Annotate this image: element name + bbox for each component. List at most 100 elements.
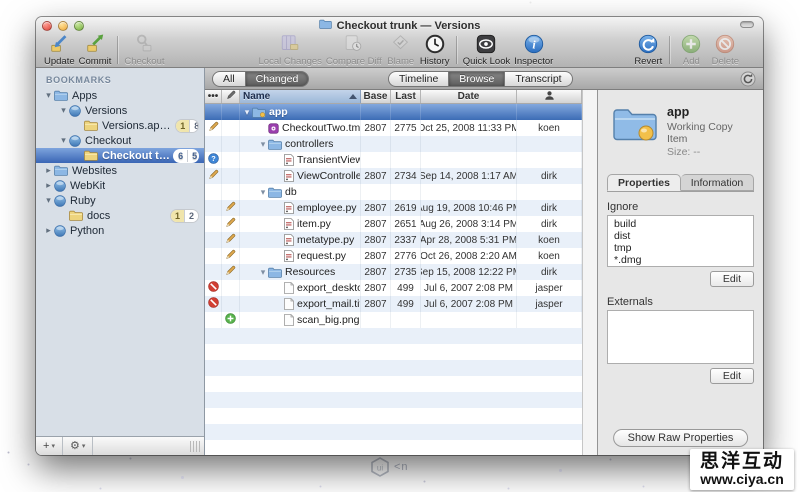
date-cell: Jul 6, 2007 2:08 PM	[421, 296, 517, 312]
date-cell	[421, 152, 517, 168]
name-cell: ▾controllers	[240, 136, 361, 152]
table-row-request-py[interactable]: request.py28072776Oct 26, 2008 2:20 AMko…	[205, 248, 582, 264]
toolbar-button-label: Add	[683, 56, 700, 67]
table-row-app[interactable]: ▾app	[205, 104, 582, 120]
tab-transcript[interactable]: Transcript	[505, 71, 572, 87]
toolbar-button-update[interactable]: Update	[42, 33, 77, 67]
name-column-header[interactable]: Name	[240, 90, 361, 103]
remote-status-column-header[interactable]	[222, 90, 240, 103]
folderblue-icon	[268, 139, 282, 150]
table-row-viewcontroller-py[interactable]: ViewController.py28072734Sep 14, 2008 1:…	[205, 168, 582, 184]
table-row-metatype-py[interactable]: metatype.py28072337Apr 28, 2008 5:31 PMk…	[205, 232, 582, 248]
local-status-cell	[205, 296, 222, 312]
disclosure-triangle-icon[interactable]: ▸	[43, 165, 54, 176]
sidebar-item-python[interactable]: ▸Python	[36, 223, 204, 238]
sidebar-item-checkout[interactable]: ▾Checkout	[36, 133, 204, 148]
badge-right-count: 2	[184, 210, 198, 222]
edit-ignore-button[interactable]: Edit	[710, 271, 754, 287]
sidebar-item-checkout-trunk[interactable]: Checkout trunk65	[36, 148, 204, 163]
toolbar-button-label: Delete	[712, 56, 739, 67]
tab-browse[interactable]: Browse	[449, 71, 505, 87]
refresh-button[interactable]	[740, 71, 756, 87]
disclosure-triangle-icon[interactable]: ▾	[43, 90, 54, 101]
file-name-label: export_deskto...	[297, 282, 361, 294]
sidebar-item-versions[interactable]: ▾Versions	[36, 103, 204, 118]
disclosure-triangle-icon[interactable]: ▾	[43, 195, 54, 206]
table-row-export-deskto[interactable]: export_deskto...2807499Jul 6, 2007 2:08 …	[205, 280, 582, 296]
base-revision-cell: 2807	[361, 280, 391, 296]
table-row-employee-py[interactable]: employee.py28072619Aug 19, 2008 10:46 PM…	[205, 200, 582, 216]
action-menu-button[interactable]: ⚙ ▾	[63, 437, 93, 455]
last-column-header[interactable]: Last	[391, 90, 421, 103]
date-column-header[interactable]: Date	[421, 90, 517, 103]
repo-icon	[69, 135, 81, 147]
sidebar-item-ruby[interactable]: ▾Ruby	[36, 193, 204, 208]
watermark: 思洋互动 www.ciya.cn	[690, 449, 794, 490]
table-row-item-py[interactable]: item.py28072651Aug 26, 2008 3:14 PMdirk	[205, 216, 582, 232]
sidebar-item-websites[interactable]: ▸Websites	[36, 163, 204, 178]
ignore-list[interactable]: builddisttmp*.dmg	[607, 215, 754, 267]
blame-icon	[389, 33, 412, 55]
local-status-cell	[205, 216, 222, 232]
local-status-column-header[interactable]: •••	[205, 90, 222, 103]
toolbar-button-delete: Delete	[708, 33, 742, 67]
filter-segmented-control: AllChanged	[212, 71, 309, 87]
toolbar-button-quick-look[interactable]: Quick Look	[461, 33, 513, 67]
disclosure-triangle-icon[interactable]: ▸	[43, 180, 54, 191]
date-cell	[421, 312, 517, 328]
folderblue-icon	[268, 267, 282, 278]
sidebar-item-docs[interactable]: docs12	[36, 208, 204, 223]
table-row-resources[interactable]: ▾Resources28072735Sep 15, 2008 12:22 PMd…	[205, 264, 582, 280]
base-column-header[interactable]: Base	[361, 90, 391, 103]
sidebar-item-webkit[interactable]: ▸WebKit	[36, 178, 204, 193]
edit-externals-button[interactable]: Edit	[710, 368, 754, 384]
table-row-export-mail-tif[interactable]: export_mail.tif2807499Jul 6, 2007 2:08 P…	[205, 296, 582, 312]
show-raw-properties-button[interactable]: Show Raw Properties	[613, 429, 749, 447]
file-name-label: employee.py	[297, 202, 357, 214]
toolbar-button-history[interactable]: History	[418, 33, 452, 67]
table-scrollbar[interactable]	[582, 90, 597, 455]
date-cell: Apr 28, 2008 5:31 PM	[421, 232, 517, 248]
remote-status-cell	[222, 296, 240, 312]
table-row-controllers[interactable]: ▾controllers	[205, 136, 582, 152]
disclosure-triangle-icon[interactable]: ▾	[258, 139, 268, 150]
date-cell: Aug 19, 2008 10:46 PM	[421, 200, 517, 216]
disclosure-triangle-icon[interactable]: ▾	[258, 187, 268, 198]
disclosure-triangle-icon[interactable]: ▾	[242, 107, 252, 118]
externals-list[interactable]	[607, 310, 754, 364]
author-column-header[interactable]	[517, 90, 582, 103]
tab-timeline[interactable]: Timeline	[388, 71, 449, 87]
name-cell: TransientView...	[240, 152, 361, 168]
table-row-checkouttwo-tmproj[interactable]: CheckoutTwo.tmproj28072775Oct 25, 2008 1…	[205, 120, 582, 136]
sidebar-resize-grip[interactable]	[190, 441, 200, 452]
segment-all[interactable]: All	[212, 71, 246, 87]
titlebar[interactable]: Checkout trunk — Versions	[36, 17, 763, 33]
last-revision-cell: 499	[391, 296, 421, 312]
table-row-db[interactable]: ▾db	[205, 184, 582, 200]
modified-status-icon	[208, 169, 219, 183]
disclosure-triangle-icon[interactable]: ▸	[43, 225, 54, 236]
inspector-tab-properties[interactable]: Properties	[607, 174, 681, 191]
toolbar-button-compare-diff: Compare Diff	[324, 33, 384, 67]
view-segmented-control: TimelineBrowseTranscript	[388, 68, 573, 89]
toolbar-toggle-pill[interactable]	[740, 21, 754, 28]
toolbar-button-commit[interactable]: Commit	[77, 33, 114, 67]
sidebar-item-versions-app-trunk[interactable]: Versions.app trunk18	[36, 118, 204, 133]
base-revision-cell	[361, 152, 391, 168]
bookmarks-header: BOOKMARKS	[36, 72, 204, 88]
add-bookmark-button[interactable]: + ▾	[36, 437, 63, 455]
disclosure-triangle-icon[interactable]: ▾	[258, 267, 268, 278]
name-cell: ViewController.py	[240, 168, 361, 184]
segment-changed[interactable]: Changed	[246, 71, 310, 87]
ignore-item: *.dmg	[614, 254, 747, 266]
disclosure-triangle-icon[interactable]: ▾	[58, 135, 69, 146]
table-row-transientview[interactable]: ?TransientView...	[205, 152, 582, 168]
inspector-tab-information[interactable]: Information	[681, 174, 754, 191]
badge-right-count: 8	[189, 120, 199, 132]
toolbar-button-revert[interactable]: Revert	[631, 33, 665, 67]
toolbar-button-inspector[interactable]: iInspector	[512, 33, 555, 67]
sidebar-item-apps[interactable]: ▾Apps	[36, 88, 204, 103]
disclosure-triangle-icon[interactable]: ▾	[58, 105, 69, 116]
checkout-icon	[133, 33, 156, 55]
table-row-scan-big-png[interactable]: scan_big.png	[205, 312, 582, 328]
